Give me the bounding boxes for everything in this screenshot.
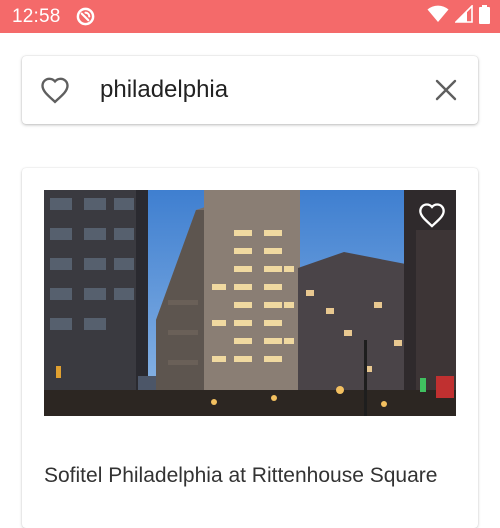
battery-icon (479, 4, 490, 29)
hotel-result-card[interactable]: Sofitel Philadelphia at Rittenhouse Squa… (22, 168, 478, 528)
close-icon[interactable] (434, 78, 458, 102)
hotel-name[interactable]: Sofitel Philadelphia at Rittenhouse Squa… (44, 464, 464, 488)
status-icons (427, 4, 490, 29)
hotel-photo[interactable] (44, 190, 456, 416)
search-input[interactable] (100, 72, 420, 108)
app-notification-icon (76, 7, 95, 26)
wifi-icon (427, 5, 449, 28)
status-time: 12:58 (12, 6, 61, 27)
status-bar: 12:58 (0, 0, 500, 33)
search-bar (22, 56, 478, 124)
favorite-heart-icon[interactable] (418, 202, 446, 228)
cellular-signal-icon (454, 4, 473, 28)
heart-outline-icon[interactable] (40, 76, 70, 104)
